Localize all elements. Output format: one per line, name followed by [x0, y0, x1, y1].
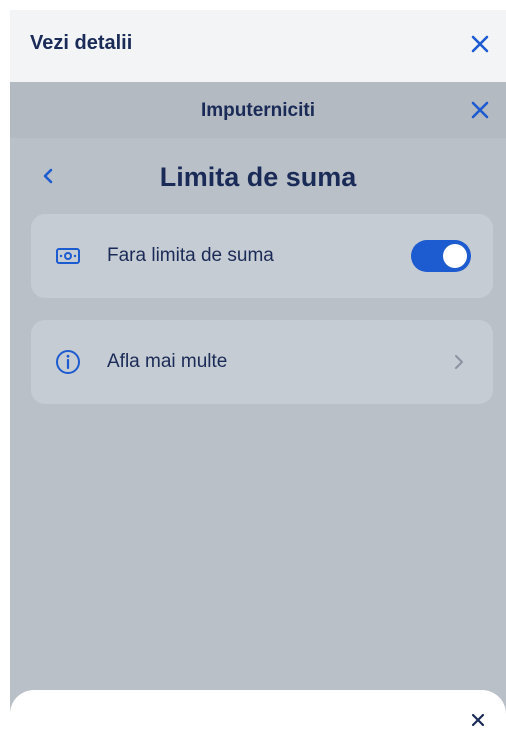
- info-icon: [53, 347, 83, 377]
- chevron-right-icon: [451, 351, 467, 373]
- outer-sheet-header: Vezi detalii: [10, 10, 506, 82]
- learn-more-option-card[interactable]: Afla mai multe: [31, 320, 493, 404]
- inner-close-button[interactable]: [466, 96, 494, 124]
- close-icon: [471, 35, 489, 53]
- outer-close-button[interactable]: [466, 30, 494, 58]
- bottom-sheet-close-button[interactable]: [468, 710, 488, 730]
- option-row: Afla mai multe: [31, 320, 493, 404]
- bottom-sheet: [10, 690, 506, 750]
- page-title: Limita de suma: [159, 162, 357, 192]
- inner-modal-header: Imputerniciti: [10, 82, 506, 138]
- close-icon: [471, 101, 489, 119]
- no-limit-toggle[interactable]: [411, 240, 471, 272]
- toggle-knob: [443, 244, 467, 268]
- inner-modal-title: Imputerniciti: [200, 100, 315, 121]
- banknote-icon: [53, 241, 83, 271]
- inner-modal: Imputerniciti Limita de suma Fara limita…: [10, 82, 506, 727]
- option-row: Fara limita de suma: [31, 214, 493, 298]
- no-limit-option-card[interactable]: Fara limita de suma: [31, 214, 493, 298]
- outer-sheet-title: Vezi detalii: [30, 32, 133, 54]
- option-label: Afla mai multe: [107, 351, 228, 372]
- option-label: Fara limita de suma: [107, 245, 274, 266]
- close-icon: [471, 713, 485, 727]
